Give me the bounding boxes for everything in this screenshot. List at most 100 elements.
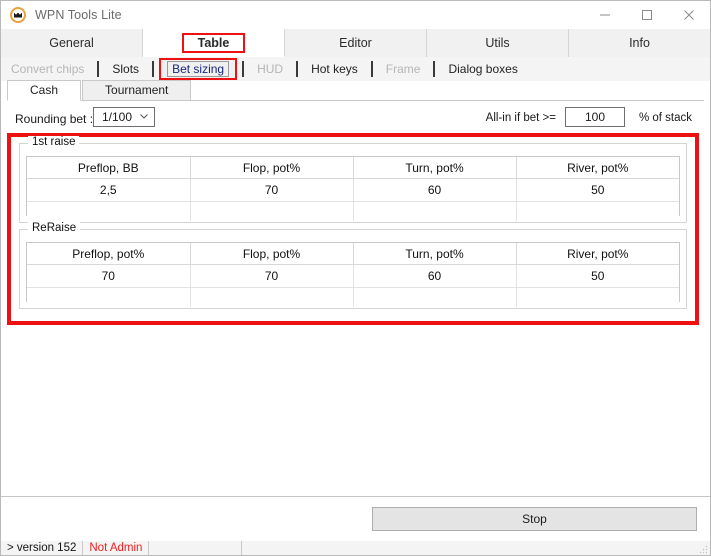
subtab-convert-chips-label: Convert chips	[11, 62, 85, 76]
maximize-icon[interactable]	[626, 1, 668, 29]
cell-flop-value[interactable]: 70	[190, 264, 354, 288]
inner-tab-cash[interactable]: Cash	[7, 80, 82, 101]
sub-tab-separator	[296, 61, 299, 77]
cell-flop-value[interactable]: 70	[190, 178, 354, 202]
tab-general-label: General	[49, 36, 94, 50]
sub-tab-separator	[370, 61, 373, 77]
tab-utils-label: Utils	[485, 36, 510, 50]
table-header-row: Preflop, BB Flop, pot% Turn, pot% River,…	[27, 157, 679, 179]
subtab-hud-label: HUD	[257, 62, 284, 76]
annotation-highlight-box: 1st raise Preflop, BB Flop, pot% Turn, p…	[7, 133, 699, 325]
window-controls	[584, 1, 710, 29]
cell-river-value[interactable]: 50	[516, 264, 679, 288]
table-row[interactable]: 2,5 70 60 50	[27, 178, 679, 202]
status-blank-cell	[149, 541, 243, 555]
subtab-frame-label: Frame	[385, 62, 421, 76]
subtab-bet-sizing-label: Bet sizing	[167, 61, 230, 77]
group-reraise-legend: ReRaise	[28, 222, 81, 234]
subtab-hot-keys[interactable]: Hot keys	[301, 59, 368, 79]
crown-circle-icon	[10, 7, 26, 23]
tab-editor[interactable]: Editor	[285, 29, 427, 57]
tab-table[interactable]: Table	[143, 29, 285, 57]
subtab-hot-keys-label: Hot keys	[311, 62, 358, 76]
cell-empty	[353, 287, 517, 307]
cell-preflop-value[interactable]: 70	[27, 264, 191, 288]
title-bar: WPN Tools Lite	[1, 1, 710, 29]
subtab-convert-chips[interactable]: Convert chips	[1, 59, 95, 79]
subtab-frame[interactable]: Frame	[375, 59, 431, 79]
rounding-bet-value: 1/100	[102, 110, 133, 124]
stop-button[interactable]: Stop	[372, 507, 697, 531]
rounding-bet-label: Rounding bet :	[15, 112, 94, 126]
column-header-river[interactable]: River, pot%	[516, 157, 679, 179]
cell-turn-value[interactable]: 60	[353, 178, 517, 202]
table-empty-row	[27, 201, 679, 221]
subtab-slots-label: Slots	[112, 62, 140, 76]
cell-preflop-value[interactable]: 2,5	[27, 178, 191, 202]
group-first-raise: 1st raise Preflop, BB Flop, pot% Turn, p…	[19, 136, 687, 223]
action-bar: Stop	[1, 496, 710, 543]
cell-turn-value[interactable]: 60	[353, 264, 517, 288]
all-in-threshold-label: All-in if bet >=	[485, 112, 556, 124]
status-bar: > version 152 Not Admin	[1, 541, 710, 555]
options-row: Rounding bet : 1/100 All-in if bet >= 10…	[7, 107, 704, 133]
sub-tab-separator	[242, 61, 245, 77]
crown-glyph	[14, 12, 22, 18]
reraise-table[interactable]: Preflop, pot% Flop, pot% Turn, pot% Rive…	[26, 242, 680, 307]
chevron-down-icon	[140, 114, 148, 119]
content-panel: Cash Tournament Rounding bet : 1/100 All…	[1, 80, 710, 497]
sub-tab-separator	[433, 61, 436, 77]
column-header-turn[interactable]: Turn, pot%	[353, 157, 517, 179]
window-title: WPN Tools Lite	[35, 8, 122, 22]
cell-empty	[516, 201, 679, 221]
subtab-slots[interactable]: Slots	[102, 59, 150, 79]
column-header-turn[interactable]: Turn, pot%	[353, 243, 517, 265]
column-header-flop[interactable]: Flop, pot%	[190, 243, 354, 265]
tab-utils[interactable]: Utils	[427, 29, 569, 57]
cell-empty	[516, 287, 679, 307]
app-window: WPN Tools Lite General Table Editor Util…	[0, 0, 711, 556]
table-empty-row	[27, 287, 679, 307]
first-raise-table[interactable]: Preflop, BB Flop, pot% Turn, pot% River,…	[26, 156, 680, 221]
inner-tab-cash-label: Cash	[30, 83, 59, 97]
inner-tab-bar: Cash Tournament	[7, 80, 704, 101]
minimize-icon[interactable]	[584, 1, 626, 29]
main-tab-bar: General Table Editor Utils Info	[1, 29, 710, 58]
cell-empty	[353, 201, 517, 221]
column-header-preflop[interactable]: Preflop, pot%	[27, 243, 191, 265]
all-in-threshold-suffix: % of stack	[638, 112, 692, 124]
inner-tab-tournament[interactable]: Tournament	[82, 80, 192, 100]
subtab-dialog-boxes[interactable]: Dialog boxes	[438, 59, 528, 79]
column-header-flop[interactable]: Flop, pot%	[190, 157, 354, 179]
table-header-row: Preflop, pot% Flop, pot% Turn, pot% Rive…	[27, 243, 679, 265]
column-header-preflop[interactable]: Preflop, BB	[27, 157, 191, 179]
subtab-bet-sizing[interactable]: Bet sizing	[159, 58, 238, 80]
subtab-dialog-boxes-label: Dialog boxes	[448, 62, 518, 76]
table-row[interactable]: 70 70 60 50	[27, 264, 679, 288]
subtab-hud[interactable]: HUD	[247, 59, 294, 79]
cell-empty	[27, 287, 191, 307]
resize-grip-icon[interactable]	[698, 544, 708, 554]
column-header-river[interactable]: River, pot%	[516, 243, 679, 265]
cell-empty	[190, 287, 354, 307]
cell-empty	[27, 201, 191, 221]
group-reraise: ReRaise Preflop, pot% Flop, pot% Turn, p…	[19, 222, 687, 309]
sub-tab-separator	[152, 61, 155, 77]
group-first-raise-legend: 1st raise	[28, 136, 80, 148]
sub-tab-separator	[97, 61, 100, 77]
tab-table-label: Table	[181, 32, 246, 53]
status-version: > version 152	[1, 541, 84, 555]
cell-river-value[interactable]: 50	[516, 178, 679, 202]
tab-editor-label: Editor	[339, 36, 372, 50]
tab-info-label: Info	[629, 36, 650, 50]
rounding-bet-select[interactable]: 1/100	[93, 107, 155, 127]
sub-tab-bar: Convert chips Slots Bet sizing HUD Hot k…	[1, 57, 710, 82]
tab-info[interactable]: Info	[569, 29, 710, 57]
cell-empty	[190, 201, 354, 221]
status-admin: Not Admin	[83, 541, 150, 555]
close-icon[interactable]	[668, 1, 710, 29]
status-tail-cell	[242, 541, 710, 555]
all-in-threshold-input[interactable]: 100	[565, 107, 625, 127]
tab-general[interactable]: General	[1, 29, 143, 57]
inner-tab-tournament-label: Tournament	[105, 83, 169, 97]
